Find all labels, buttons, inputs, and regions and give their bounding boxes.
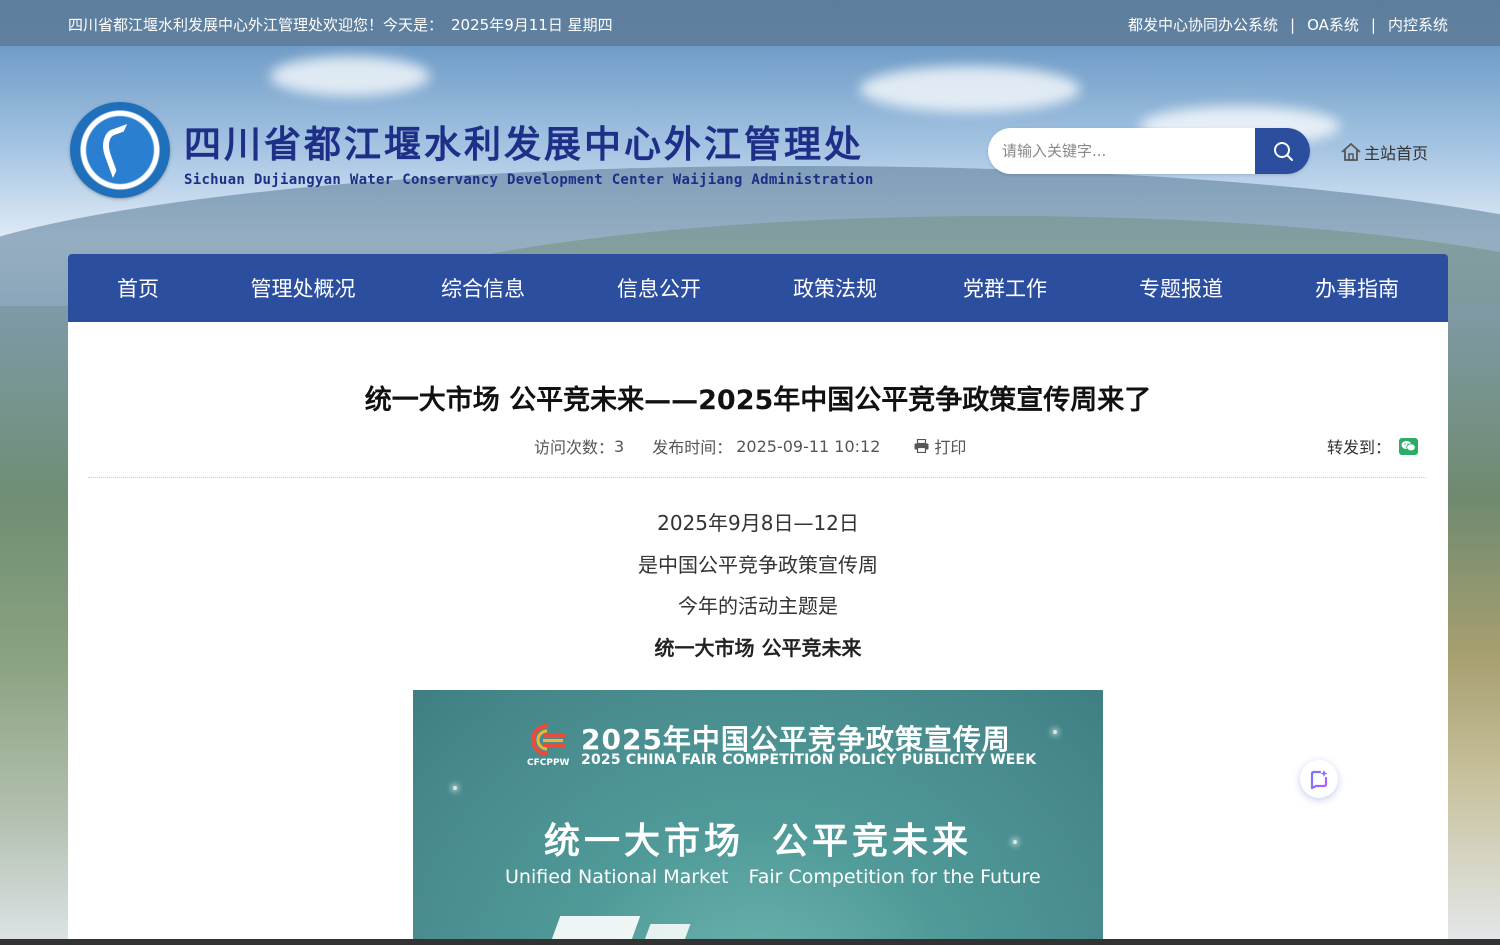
nav-item-home[interactable]: 首页 <box>68 273 208 303</box>
poster-sparkle <box>1013 840 1017 844</box>
system-links: 都发中心协同办公系统 | OA系统 | 内控系统 <box>1128 14 1448 35</box>
link-internal-control[interactable]: 内控系统 <box>1388 14 1448 35</box>
search-button[interactable] <box>1255 128 1310 174</box>
poster-en-left: Unified National Market <box>505 866 729 888</box>
publish-label: 发布时间： <box>652 438 733 457</box>
nav-item-special-reports[interactable]: 专题报道 <box>1090 273 1272 303</box>
ai-assistant-icon <box>1310 770 1328 790</box>
poster-slogan-left: 统一大市场 <box>543 820 744 862</box>
poster-en-right: Fair Competition for the Future <box>748 866 1041 888</box>
window-bottom-edge <box>0 939 1500 945</box>
link-separator: | <box>1290 15 1296 34</box>
nav-item-general-info[interactable]: 综合信息 <box>398 273 568 303</box>
article-title: 统一大市场 公平竞未来——2025年中国公平竞争政策宣传周来了 <box>364 385 1152 416</box>
printer-icon <box>914 439 929 453</box>
site-header: 四川省都江堰水利发展中心外江管理处 Sichuan Dujiangyan Wat… <box>0 46 1500 254</box>
print-button[interactable]: 打印 <box>914 434 966 458</box>
nav-item-policies[interactable]: 政策法规 <box>750 273 920 303</box>
body-line-week: 是中国公平竞争政策宣传周 <box>638 552 878 577</box>
poster-slogan-en: Unified National Market Fair Competition … <box>505 866 1041 888</box>
wechat-share-button[interactable] <box>1399 437 1418 455</box>
main-site-home-link[interactable]: 主站首页 <box>1340 140 1428 164</box>
link-collab-office[interactable]: 都发中心协同办公系统 <box>1128 14 1278 35</box>
top-bar: 四川省都江堰水利发展中心外江管理处欢迎您！今天是： 2025年9月11日 星期四 … <box>0 0 1500 46</box>
background-right-landscape <box>1448 306 1500 945</box>
publish-time: 2025-09-11 10:12 <box>736 436 881 456</box>
link-separator: | <box>1370 15 1376 34</box>
home-icon <box>1341 143 1361 161</box>
link-oa-system[interactable]: OA系统 <box>1307 14 1359 35</box>
nav-item-overview[interactable]: 管理处概况 <box>208 273 398 303</box>
poster-logo-text: CFCPPW <box>527 758 570 768</box>
main-nav: 首页 管理处概况 综合信息 信息公开 政策法规 党群工作 专题报道 办事指南 <box>68 254 1448 322</box>
body-line-theme-intro: 今年的活动主题是 <box>678 594 838 618</box>
logo-river-mark <box>97 123 143 179</box>
nav-item-service-guide[interactable]: 办事指南 <box>1272 273 1442 303</box>
poster-sparkle <box>1053 730 1057 734</box>
body-line-theme: 统一大市场 公平竞未来 <box>654 635 862 660</box>
body-line-date-range: 2025年9月8日—12日 <box>657 511 859 535</box>
article-poster-image: CFCPPW 2025年中国公平竞争政策宣传周 2025 CHINA FAIR … <box>413 690 1103 945</box>
wechat-icon <box>1401 441 1416 452</box>
article-meta: 访问次数： 3 发布时间： 2025-09-11 10:12 打印 <box>534 434 966 458</box>
print-label: 打印 <box>934 438 967 457</box>
welcome-text: 四川省都江堰水利发展中心外江管理处欢迎您！今天是： 2025年9月11日 星期四 <box>68 14 613 35</box>
nav-item-party-work[interactable]: 党群工作 <box>920 273 1090 303</box>
site-title-en: Sichuan Dujiangyan Water Conservancy Dev… <box>184 172 874 188</box>
nav-item-info-disclosure[interactable]: 信息公开 <box>568 273 750 303</box>
share-area: 转发到： <box>1327 434 1418 458</box>
poster-slogan-right: 公平竞未来 <box>772 820 973 862</box>
welcome-message: 四川省都江堰水利发展中心外江管理处欢迎您！今天是： <box>68 16 444 34</box>
article-container: 统一大市场 公平竞未来——2025年中国公平竞争政策宣传周来了 访问次数： 3 … <box>68 322 1448 945</box>
visits-label: 访问次数： <box>534 438 615 457</box>
search-box <box>988 128 1310 174</box>
article-body: 2025年9月8日—12日 是中国公平竞争政策宣传周 今年的活动主题是 统一大市… <box>68 508 1448 674</box>
search-input[interactable] <box>988 128 1255 174</box>
poster-title-en: 2025 CHINA FAIR COMPETITION POLICY PUBLI… <box>581 752 1037 768</box>
poster-sparkle <box>453 786 457 790</box>
background-left-landscape <box>0 306 70 945</box>
share-label: 转发到： <box>1326 438 1391 457</box>
poster-slogan-cn: 统一大市场 公平竞未来 <box>413 812 1103 864</box>
meta-divider <box>88 477 1426 478</box>
current-date: 2025年9月11日 星期四 <box>451 16 613 34</box>
search-icon <box>1273 142 1293 161</box>
site-title-cn: 四川省都江堰水利发展中心外江管理处 <box>184 122 864 166</box>
cfcppw-logo-icon <box>531 724 565 756</box>
site-logo[interactable] <box>70 102 170 198</box>
home-link-label: 主站首页 <box>1364 144 1429 163</box>
visits-count: 3 <box>614 436 625 456</box>
ai-assistant-button[interactable] <box>1300 760 1338 798</box>
